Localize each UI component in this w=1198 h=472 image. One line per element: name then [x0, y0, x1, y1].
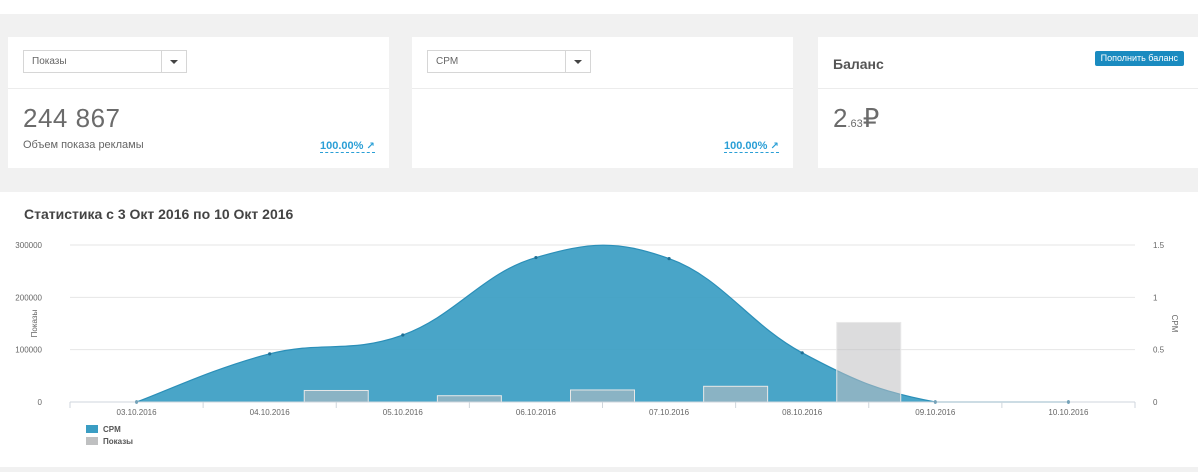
balance-value: 2.63₽	[833, 103, 879, 134]
y-tick-label: 100000	[15, 346, 42, 355]
metric-select-value: Показы	[32, 56, 67, 67]
impressions-change-link[interactable]: 100.00% ↗	[320, 140, 375, 153]
top-bar	[0, 0, 1198, 14]
chevron-down-icon	[170, 60, 178, 64]
impressions-bar	[303, 389, 369, 403]
metric-select-value: CPM	[436, 56, 459, 67]
y-tick-label: 0	[38, 398, 43, 407]
cpm-point	[800, 351, 804, 355]
y2-tick-label: 1.5	[1153, 241, 1165, 250]
cpm-change-link[interactable]: 100.00% ↗	[724, 140, 779, 153]
impressions-caption: Объем показа рекламы	[23, 139, 144, 151]
cpm-area	[136, 245, 1069, 402]
trend-arrow-icon: ↗	[770, 141, 779, 152]
y2-tick-label: 1	[1153, 293, 1158, 302]
statistics-title: Статистика с 3 Окт 2016 по 10 Окт 2016	[24, 206, 294, 222]
y-axis-label: Показы	[30, 309, 39, 337]
statistics-panel: Статистика с 3 Окт 2016 по 10 Окт 2016 0…	[0, 192, 1198, 467]
y2-tick-label: 0.5	[1153, 346, 1165, 355]
x-tick-label: 07.10.2016	[649, 408, 690, 417]
impressions-card: Показы 244 867 Объем показа рекламы 100.…	[8, 37, 389, 168]
impressions-card-header: Показы	[8, 37, 389, 89]
impressions-bar	[703, 385, 769, 403]
y-tick-label: 300000	[15, 241, 42, 250]
impressions-bar	[436, 395, 502, 403]
y2-tick-label: 0	[1153, 398, 1158, 407]
cpm-card: CPM 100.00% ↗	[412, 37, 793, 168]
metric-select-impressions[interactable]: Показы	[23, 50, 187, 73]
cpm-point	[534, 255, 538, 260]
balance-card-header: Баланс Пополнить баланс	[818, 37, 1198, 89]
balance-value-frac: .63	[847, 118, 863, 130]
cpm-point	[268, 352, 272, 356]
x-tick-label: 08.10.2016	[782, 408, 823, 417]
topup-balance-button[interactable]: Пополнить баланс	[1094, 51, 1184, 66]
x-tick-label: 04.10.2016	[250, 408, 291, 417]
balance-card: Баланс Пополнить баланс 2.63₽	[818, 37, 1198, 168]
balance-title: Баланс	[833, 56, 884, 72]
ruble-icon: ₽	[862, 103, 880, 133]
dropdown-toggle[interactable]	[161, 51, 186, 72]
cpm-point	[401, 333, 405, 337]
y-tick-label: 200000	[15, 293, 42, 302]
x-tick-label: 05.10.2016	[383, 408, 424, 417]
statistics-chart: 0 100000 200000 300000 0 0.5 1 1.5 Показы CPM 03.1…	[15, 241, 1179, 446]
x-tick-label: 09.10.2016	[915, 408, 956, 417]
metric-select-cpm[interactable]: CPM	[427, 50, 591, 73]
x-tick-label: 06.10.2016	[516, 408, 557, 417]
impressions-value: 244 867	[23, 103, 121, 133]
cpm-change-value: 100.00%	[724, 140, 768, 152]
impressions-bar	[570, 389, 635, 403]
trend-arrow-icon: ↗	[366, 141, 375, 152]
cpm-point	[667, 257, 671, 261]
legend-swatch	[86, 437, 98, 445]
legend-swatch	[86, 425, 98, 433]
cpm-card-header: CPM	[412, 37, 793, 89]
y2-axis-label: CPM	[1170, 315, 1179, 333]
dropdown-toggle[interactable]	[565, 51, 590, 72]
balance-value-int: 2	[833, 103, 848, 133]
legend-label: CPM	[103, 425, 121, 434]
impressions-bar	[836, 321, 902, 403]
x-tick-label: 03.10.2016	[117, 408, 158, 417]
legend-label: Показы	[103, 437, 133, 446]
x-tick-label: 10.10.2016	[1048, 408, 1089, 417]
impressions-change-value: 100.00%	[320, 140, 364, 152]
chevron-down-icon	[574, 60, 582, 64]
